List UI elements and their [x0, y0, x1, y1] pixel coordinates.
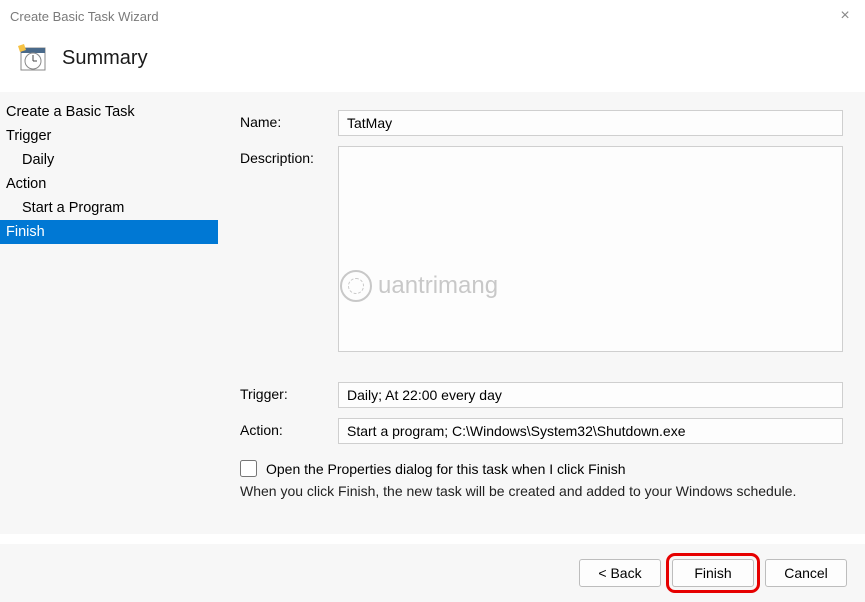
open-properties-label: Open the Properties dialog for this task… — [266, 461, 626, 477]
sidebar-item-trigger[interactable]: Trigger — [0, 124, 218, 148]
cancel-button[interactable]: Cancel — [765, 559, 847, 587]
finish-button[interactable]: Finish — [672, 559, 754, 587]
action-value: Start a program; C:\Windows\System32\Shu… — [338, 418, 843, 444]
wizard-body: Create a Basic Task Trigger Daily Action… — [0, 92, 865, 534]
sidebar-item-finish[interactable]: Finish — [0, 220, 218, 244]
action-label: Action: — [240, 418, 338, 438]
name-field[interactable] — [338, 110, 843, 136]
finish-highlight: Finish — [669, 556, 757, 590]
name-label: Name: — [240, 110, 338, 130]
sidebar-item-action[interactable]: Action — [0, 172, 218, 196]
sidebar-item-start-program[interactable]: Start a Program — [0, 196, 218, 220]
back-button[interactable]: < Back — [579, 559, 661, 587]
description-label: Description: — [240, 146, 338, 166]
close-icon[interactable]: × — [835, 6, 855, 26]
finish-hint: When you click Finish, the new task will… — [240, 483, 843, 499]
description-field[interactable] — [338, 146, 843, 352]
open-properties-checkbox[interactable] — [240, 460, 257, 477]
titlebar: Create Basic Task Wizard × — [0, 0, 865, 32]
wizard-sidebar: Create a Basic Task Trigger Daily Action… — [0, 92, 218, 534]
trigger-label: Trigger: — [240, 382, 338, 402]
window-title: Create Basic Task Wizard — [10, 9, 835, 24]
sidebar-item-create-task[interactable]: Create a Basic Task — [0, 100, 218, 124]
page-title: Summary — [62, 47, 148, 70]
wizard-main: Name: Description: Trigger: Daily; At 22… — [218, 92, 865, 534]
trigger-value: Daily; At 22:00 every day — [338, 382, 843, 408]
wizard-header: Summary — [0, 32, 865, 92]
schedule-icon — [16, 42, 48, 74]
sidebar-item-daily[interactable]: Daily — [0, 148, 218, 172]
wizard-footer: < Back Finish Cancel — [0, 544, 865, 602]
